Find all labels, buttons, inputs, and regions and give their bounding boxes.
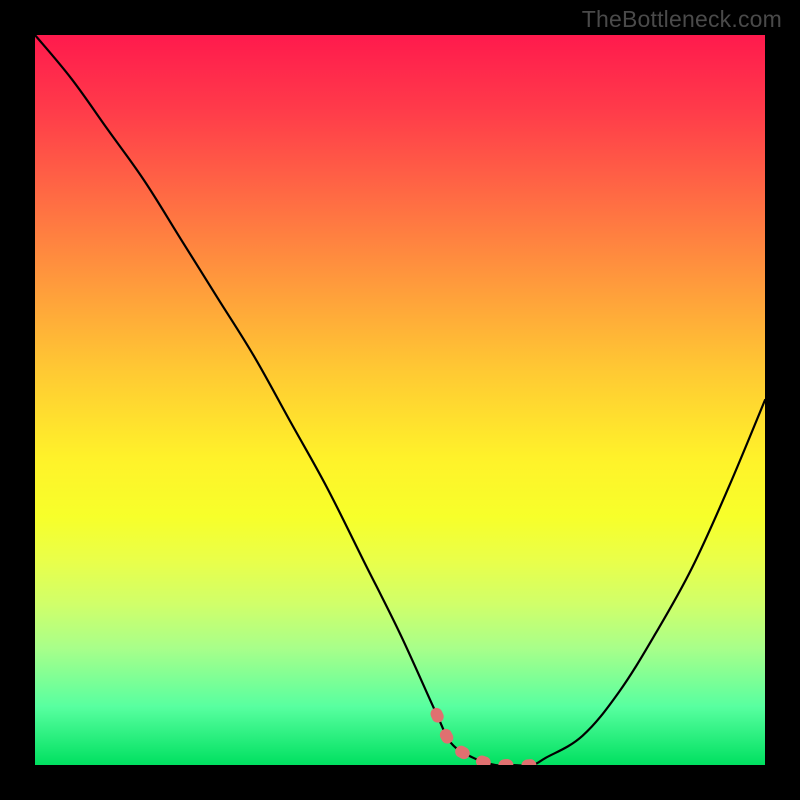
watermark-text: TheBottleneck.com (582, 6, 782, 33)
curve-line (35, 35, 765, 765)
chart-svg (35, 35, 765, 765)
plot-area (35, 35, 765, 765)
chart-frame: TheBottleneck.com (0, 0, 800, 800)
highlight-segment (437, 714, 547, 765)
